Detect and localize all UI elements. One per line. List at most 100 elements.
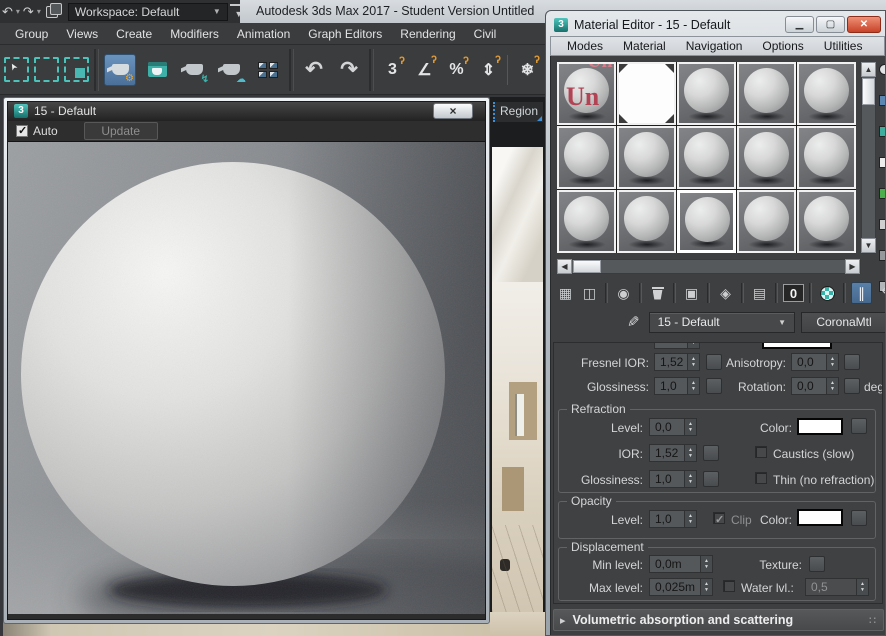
scrollbar-thumb[interactable] (862, 78, 875, 105)
spinner-snap-toggle-icon[interactable]: ⇕ʔ (475, 60, 502, 80)
render-production-button[interactable]: ↯ (178, 54, 210, 86)
material-name-dropdown[interactable]: 15 - Default ▼ (649, 312, 795, 333)
redo-button[interactable]: ↷ (334, 57, 364, 82)
spinner-arrows[interactable] (856, 579, 868, 595)
spinner-arrows[interactable] (826, 354, 838, 370)
side-tool-icon[interactable] (879, 126, 885, 137)
render-canvas[interactable] (8, 142, 485, 619)
material-slot-4[interactable] (737, 62, 796, 125)
percent-snap-toggle-icon[interactable]: %ʔ (443, 61, 470, 79)
render-setup-button[interactable]: ⚙ (104, 54, 136, 86)
window-crossing-selection-icon[interactable] (64, 57, 89, 82)
side-tool-icon[interactable] (879, 219, 885, 230)
make-unique-icon[interactable]: ◈ (715, 282, 736, 304)
material-id-channel-icon[interactable]: 0 (783, 284, 804, 302)
volumetric-rollup[interactable]: ▸ Volumetric absorption and scattering ∷ (553, 609, 884, 631)
caustics-checkbox[interactable] (755, 446, 767, 458)
show-shaded-in-viewport-icon[interactable] (817, 282, 838, 304)
go-to-parent-icon[interactable]: ↰ (875, 282, 885, 304)
menu-modifiers[interactable]: Modifiers (161, 27, 228, 41)
material-slot-11[interactable] (557, 190, 616, 253)
refraction-glossiness-field[interactable]: 1,0 (649, 470, 697, 488)
anisotropy-field[interactable]: 0,0 (791, 353, 839, 371)
spinner-arrows[interactable] (684, 445, 696, 461)
angle-snap-toggle-icon[interactable]: ∠ʔ (411, 60, 438, 80)
material-slot-3[interactable] (677, 62, 736, 125)
material-slot-13[interactable] (677, 190, 736, 253)
material-slot-1[interactable]: UnUn (557, 62, 616, 125)
put-to-library-icon[interactable]: ▤ (749, 282, 770, 304)
workspace-dropdown[interactable]: Workspace: Default ▼ (68, 3, 228, 21)
render-window-titlebar[interactable]: 3 15 - Default × (8, 102, 485, 121)
spinner-arrows[interactable] (700, 556, 712, 572)
spinner-arrows[interactable] (684, 419, 696, 435)
glossiness-field[interactable]: 1,0 (654, 377, 700, 395)
material-slot-10[interactable] (797, 126, 856, 189)
side-tool-icon[interactable] (879, 250, 885, 261)
refraction-ior-field[interactable]: 1,52 (649, 444, 697, 462)
auto-checkbox[interactable] (16, 125, 28, 137)
opacity-level-field[interactable]: 1,0 (649, 510, 697, 528)
assign-material-to-selection-icon[interactable]: ◉ (613, 282, 634, 304)
get-material-icon[interactable]: ▦ (555, 282, 576, 304)
displacement-texture-button[interactable] (809, 556, 825, 572)
clipped-field[interactable] (654, 342, 700, 349)
redo-history-icon[interactable]: ↷ (21, 4, 36, 20)
fresnel-ior-field[interactable]: 1,52 (654, 353, 700, 371)
refraction-color-swatch[interactable] (797, 418, 843, 435)
reset-material-icon[interactable] (647, 282, 668, 304)
spinner-arrows[interactable] (700, 579, 712, 595)
refraction-glossiness-map-button[interactable] (703, 471, 719, 487)
spinner-arrows[interactable] (687, 342, 699, 348)
min-level-field[interactable]: 0,0m (649, 555, 713, 573)
spinner-arrows[interactable] (826, 378, 838, 394)
scrollbar-thumb[interactable] (573, 260, 601, 273)
side-tool-icon[interactable] (879, 64, 885, 75)
material-slot-15[interactable] (797, 190, 856, 253)
menu-graph-editors[interactable]: Graph Editors (299, 27, 391, 41)
max-level-field[interactable]: 0,025m (649, 578, 713, 596)
select-object-icon[interactable] (4, 57, 29, 82)
side-tool-icon[interactable] (879, 95, 885, 106)
spinner-arrows[interactable] (684, 471, 696, 487)
scroll-right-icon[interactable]: ▶ (845, 259, 860, 274)
thin-checkbox[interactable] (755, 472, 767, 484)
horizontal-scrollbar[interactable]: ◀ ▶ (557, 259, 861, 274)
refraction-color-map-button[interactable] (851, 418, 867, 434)
water-level-checkbox[interactable] (723, 580, 735, 592)
material-slot-5[interactable] (797, 62, 856, 125)
menu-create[interactable]: Create (107, 27, 161, 41)
menu-modes[interactable]: Modes (557, 39, 613, 53)
undo-button[interactable]: ↶ (299, 57, 329, 82)
side-tool-icon[interactable] (879, 157, 885, 168)
refraction-level-field[interactable]: 0,0 (649, 418, 697, 436)
scroll-down-icon[interactable]: ▼ (861, 238, 876, 253)
project-folder-icon[interactable] (46, 6, 58, 18)
region-dropdown-button[interactable]: Region (493, 102, 543, 122)
material-slot-6[interactable] (557, 126, 616, 189)
spinner-arrows[interactable] (684, 511, 696, 527)
open-gallery-button[interactable] (252, 54, 284, 86)
scroll-left-icon[interactable]: ◀ (557, 259, 572, 274)
vertical-scrollbar[interactable]: ▲ ▼ (861, 62, 876, 254)
redo-dropdown-icon[interactable]: ▾ (36, 7, 42, 16)
material-slot-8[interactable] (677, 126, 736, 189)
menu-material[interactable]: Material (613, 39, 676, 53)
close-icon[interactable]: ✕ (847, 16, 881, 33)
clipped-color-swatch[interactable] (762, 342, 832, 349)
show-end-result-icon[interactable]: ∥ (851, 282, 872, 304)
close-icon[interactable]: × (433, 103, 473, 119)
material-slot-14[interactable] (737, 190, 796, 253)
water-level-field[interactable]: 0,5 (805, 578, 869, 596)
anisotropy-map-button[interactable] (844, 354, 860, 370)
rotation-map-button[interactable] (844, 378, 860, 394)
material-slot-12[interactable] (617, 190, 676, 253)
make-material-copy-icon[interactable]: ▣ (681, 282, 702, 304)
rotation-field[interactable]: 0,0 (791, 377, 839, 395)
menu-civil[interactable]: Civil (465, 27, 506, 41)
material-editor-titlebar[interactable]: 3 Material Editor - 15 - Default ▁ ▢ ✕ (550, 15, 885, 36)
clip-checkbox[interactable] (713, 512, 725, 524)
menu-rendering[interactable]: Rendering (391, 27, 464, 41)
refraction-ior-map-button[interactable] (703, 445, 719, 461)
menu-navigation[interactable]: Navigation (676, 39, 753, 53)
